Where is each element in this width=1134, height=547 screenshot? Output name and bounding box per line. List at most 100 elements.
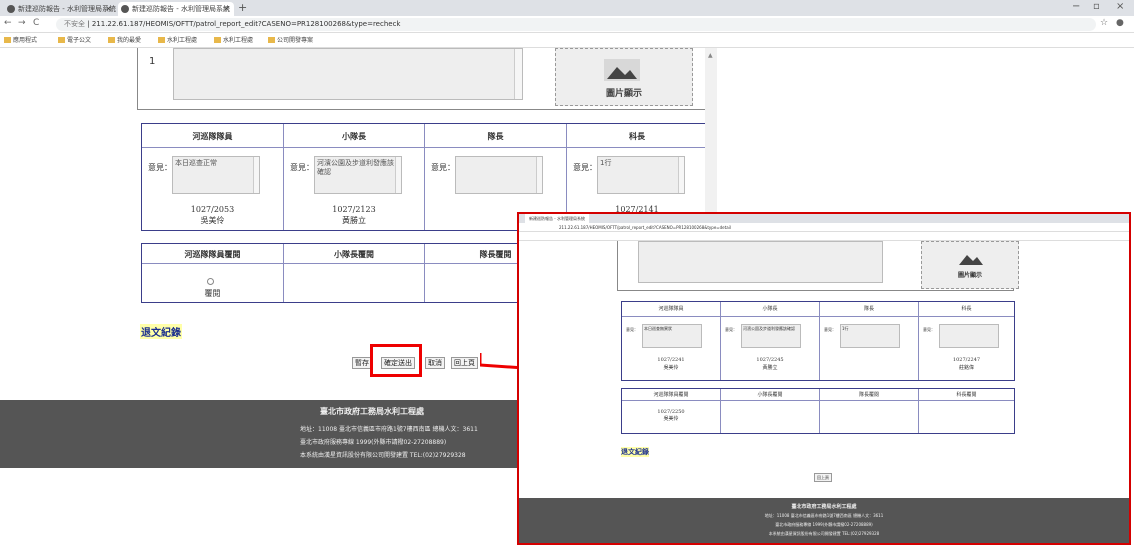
review-date: 1027/2250 (657, 409, 685, 415)
inset-review-column: 科長覆閱 (919, 389, 1014, 433)
inset-signoff-column: 河巡隊隊員 意見： 本日巡查無異狀 1027/2241 吳美伶 (622, 302, 721, 380)
inset-signoff-column: 小隊長 意見： 河濱公園及步道利發應該確認 1027/2245 黃勝立 (721, 302, 820, 380)
scrollbar[interactable] (678, 157, 684, 193)
column-header: 科長覆閱 (919, 389, 1014, 401)
inset-signoff-column: 隊長 意見： 1行 (820, 302, 919, 380)
image-icon (604, 59, 640, 81)
opinion-textarea[interactable]: 1行 (597, 156, 685, 194)
inset-footer-title: 臺北市政府工務局水利工程處 (791, 504, 857, 510)
column-header: 隊長 (425, 124, 566, 148)
cancel-button[interactable]: 取消 (425, 357, 445, 369)
opinion-text: 1行 (600, 159, 612, 167)
inset-review-table: 河巡隊隊員覆閱 1027/2250 吳美伶 小隊長覆閱 隊長覆閱 科長覆閱 (621, 388, 1015, 434)
column-header: 科長 (919, 302, 1014, 317)
bookmark-label: 水利工程處 (223, 37, 254, 44)
inset-footer-hotline: 臺北市政府服務專線 1999(外縣市請撥02-27208889) (775, 522, 873, 527)
bookmark-label: 我的最愛 (117, 37, 142, 44)
report-item-row: 1 圖片顯示 (137, 48, 705, 110)
opinion-label: 意見： (923, 327, 935, 332)
sign-date: 1027/2247 (952, 357, 981, 363)
scrollbar[interactable] (536, 157, 542, 193)
profile-icon[interactable]: ● (1116, 18, 1124, 28)
opinion-label: 意見： (725, 327, 737, 332)
scrollbar[interactable] (514, 49, 522, 99)
inset-report-row: 圖片顯示 (617, 241, 1019, 291)
inset-review-column: 河巡隊隊員覆閱 1027/2250 吳美伶 (622, 389, 721, 433)
minimize-button[interactable]: − (1072, 1, 1080, 12)
bookmark-item[interactable]: 公司開發專案 (268, 33, 313, 48)
inset-bookmarks-bar (519, 232, 1129, 241)
opinion-label: 意見： (290, 163, 314, 172)
url-text: 211.22.61.187/HEOMIS/OFTT/patrol_report_… (91, 20, 401, 28)
forward-arrow-icon[interactable]: → (18, 18, 26, 28)
opinion-textarea: 本日巡查無異狀 (642, 324, 702, 348)
bookmark-star-icon[interactable]: ☆ (1100, 18, 1108, 28)
description-textarea[interactable] (173, 48, 523, 100)
signer-name: 黃勝立 (342, 216, 366, 225)
bookmark-item[interactable]: 電子公文 (58, 33, 91, 48)
opinion-textarea[interactable]: 河濱公園及步道利發應該確認 (314, 156, 402, 194)
image-placeholder[interactable]: 圖片顯示 (555, 48, 693, 106)
signer-name: 吳美伶 (663, 365, 679, 371)
url-input[interactable]: 不安全 | 211.22.61.187/HEOMIS/OFTT/patrol_r… (56, 18, 1096, 31)
signer-name: 莊銘偉 (958, 365, 974, 371)
column-header: 小隊長 (721, 302, 819, 317)
scrollbar[interactable] (253, 157, 259, 193)
tab-label: 新建巡防報告 - 水利管理局系統 (18, 5, 116, 13)
reload-icon[interactable]: C (33, 18, 39, 28)
sign-date: 1027/2123 (332, 205, 376, 214)
new-tab-button[interactable]: + (238, 1, 247, 14)
inset-tab: 新建巡防報告 - 水利管理局系統 (525, 214, 589, 223)
apps-icon (4, 37, 11, 43)
bookmark-label: 水利工程處 (167, 37, 198, 44)
inset-signoff-column: 科長 意見： 1027/2247 莊銘偉 (919, 302, 1014, 380)
opinion-textarea[interactable]: 本日巡查正常 (172, 156, 260, 194)
security-label: 不安全 (64, 20, 85, 28)
opinion-textarea[interactable] (455, 156, 543, 194)
close-tab-icon[interactable]: × (223, 2, 230, 16)
bookmark-label: 公司開發專案 (277, 37, 314, 44)
review-radio[interactable] (207, 278, 214, 285)
scrollbar[interactable] (395, 157, 401, 193)
column-header: 小隊長 (284, 124, 424, 148)
opinion-textarea: 河濱公園及步道利發應該確認 (741, 324, 801, 348)
inset-back-button: 回上頁 (814, 473, 832, 482)
opinion-text: 本日巡查正常 (175, 159, 217, 167)
maximize-button[interactable]: ▫ (1093, 1, 1100, 12)
save-draft-button[interactable]: 暫存 (352, 357, 372, 369)
signer-name: 黃勝立 (762, 365, 778, 371)
close-window-button[interactable]: × (1116, 1, 1124, 12)
scroll-up-icon[interactable]: ▲ (708, 52, 714, 59)
bookmark-item[interactable]: 我的最愛 (108, 33, 141, 48)
bookmarks-bar: 應用程式 電子公文 我的最愛 水利工程處 水利工程處 公司開發專案 (0, 33, 1134, 48)
bookmark-label: 應用程式 (13, 37, 38, 44)
image-label: 圖片顯示 (605, 89, 642, 99)
folder-icon (158, 37, 165, 43)
opinion-label: 意見： (431, 163, 455, 172)
signer-name: 吳美伶 (200, 216, 225, 225)
column-header: 隊長 (820, 302, 918, 317)
opinion-label: 意見： (626, 327, 638, 332)
column-header: 河巡隊隊員覆閱 (142, 244, 283, 264)
inset-tab-bar: 新建巡防報告 - 水利管理局系統 (519, 214, 1129, 223)
folder-icon (268, 37, 275, 43)
bookmark-label: 電子公文 (67, 37, 92, 44)
inset-review-column: 隊長覆閱 (820, 389, 919, 433)
column-header: 河巡隊隊員覆閱 (622, 389, 720, 401)
inset-image-label: 圖片顯示 (957, 272, 982, 279)
back-button[interactable]: 回上頁 (451, 357, 478, 369)
column-header: 小隊長覆閱 (284, 244, 424, 264)
back-arrow-icon[interactable]: ← (4, 18, 12, 28)
sign-date: 1027/2053 (190, 205, 235, 214)
bookmark-item[interactable]: 應用程式 (4, 33, 37, 48)
browser-tab-1[interactable]: 新建巡防報告 - 水利管理局系統 × (4, 2, 116, 16)
signoff-column: 小隊長 意見： 河濱公園及步道利發應該確認 1027/2123 黃勝立 (284, 124, 425, 230)
review-column: 小隊長覆閱 (284, 244, 425, 302)
close-tab-icon[interactable]: × (105, 2, 112, 16)
opinion-textarea: 1行 (840, 324, 900, 348)
image-icon (959, 255, 983, 265)
browser-tab-2[interactable]: 新建巡防報告 - 水利管理局系統 × (118, 2, 234, 16)
bookmark-item[interactable]: 水利工程處 (158, 33, 197, 48)
bookmark-item[interactable]: 水利工程處 (214, 33, 253, 48)
signoff-column: 河巡隊隊員 意見： 本日巡查正常 1027/2053 吳美伶 (142, 124, 284, 230)
